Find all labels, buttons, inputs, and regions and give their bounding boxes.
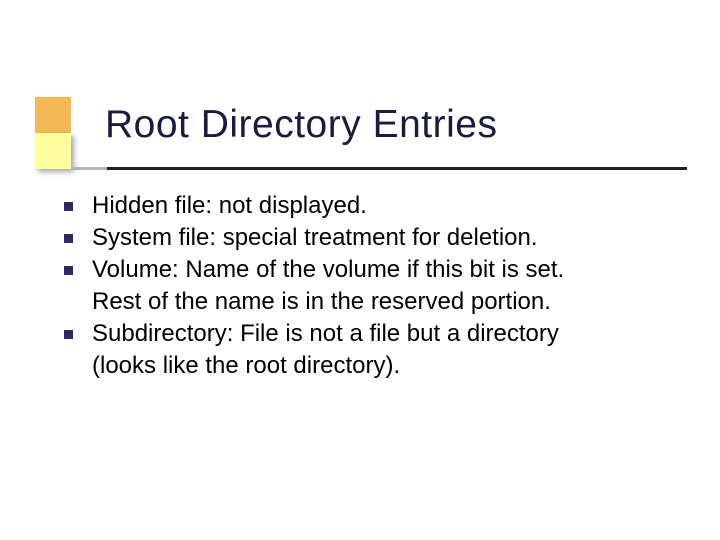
body-text: Subdirectory: File is not a file but a d… (92, 318, 559, 350)
slide-title: Root Directory Entries (105, 103, 497, 147)
body-line: (looks like the root directory). (64, 350, 664, 382)
title-square-front-icon (35, 133, 71, 169)
body-line: Volume: Name of the volume if this bit i… (64, 254, 664, 286)
body-text: System file: special treatment for delet… (92, 222, 538, 254)
title-underline-short (71, 167, 107, 170)
body-text: Rest of the name is in the reserved port… (92, 286, 551, 318)
slide: Root Directory Entries Hidden file: not … (0, 0, 720, 540)
title-underline-long (107, 167, 687, 170)
body-text: Volume: Name of the volume if this bit i… (92, 254, 564, 286)
body-line: Rest of the name is in the reserved port… (64, 286, 664, 318)
bullet-icon (64, 234, 73, 243)
bullet-icon (64, 266, 73, 275)
body-line: Subdirectory: File is not a file but a d… (64, 318, 664, 350)
body-text: (looks like the root directory). (92, 350, 400, 382)
bullet-icon (64, 202, 73, 211)
body-text: Hidden file: not displayed. (92, 190, 367, 222)
body-line: Hidden file: not displayed. (64, 190, 664, 222)
bullet-icon (64, 330, 73, 339)
body-line: System file: special treatment for delet… (64, 222, 664, 254)
slide-body: Hidden file: not displayed. System file:… (64, 190, 664, 382)
title-square-back-icon (35, 97, 71, 133)
